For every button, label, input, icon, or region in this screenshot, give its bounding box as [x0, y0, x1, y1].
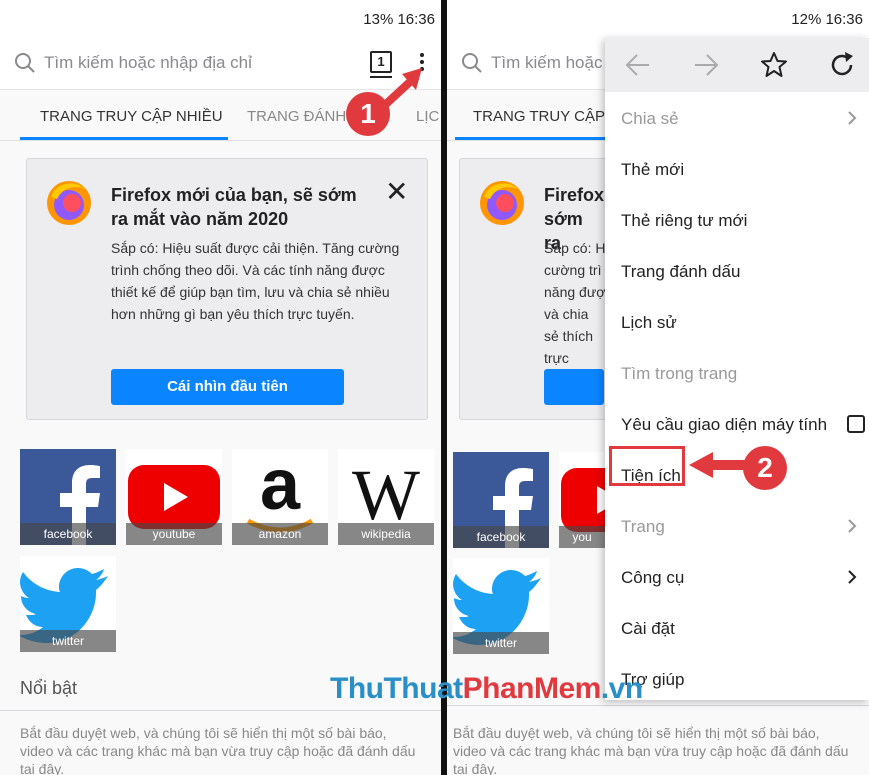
tile-youtube[interactable]: you	[559, 452, 605, 548]
svg-text:a: a	[260, 449, 301, 525]
active-tab-indicator	[20, 137, 228, 140]
card-body: Sắp có: Hiệu suất được cải thiện. Tăng c…	[111, 240, 400, 322]
menu-item-label: Lịch sử	[621, 313, 677, 332]
menu-item-label: Trang	[621, 517, 665, 536]
tab-top-sites[interactable]: TRANG TRUY CẬP NHIỀU	[40, 108, 223, 125]
battery-time: 13% 16:36	[363, 11, 435, 28]
tile-facebook[interactable]: facebook	[20, 449, 116, 545]
step-2-badge: 2	[743, 446, 787, 490]
tile-facebook[interactable]: facebook	[453, 452, 549, 548]
menu-item-share[interactable]: Chia sẻ	[605, 92, 869, 143]
star-icon[interactable]	[759, 50, 789, 80]
highlights-title: Nổi bật	[20, 678, 78, 698]
card-body: Sắp có: H cường trì năng đượ và chia sẻ …	[544, 240, 606, 366]
annotation-arrow-icon	[383, 68, 422, 107]
search-icon	[462, 53, 482, 73]
menu-item-label: Yêu cầu giao diện máy tính	[621, 415, 828, 434]
tile-label: amazon	[232, 523, 328, 545]
url-placeholder: Tìm kiếm hoặc n	[491, 53, 617, 72]
highlights-body: Bắt đầu duyệt web, và chúng tôi sẽ hiển …	[20, 725, 416, 775]
tile-label: wikipedia	[338, 523, 434, 545]
desktop-site-checkbox[interactable]	[847, 415, 865, 433]
tile-label: twitter	[20, 630, 116, 652]
watermark: ThuThuatPhanMem.vn	[330, 672, 643, 706]
chevron-right-icon	[848, 111, 857, 125]
divider	[0, 710, 441, 711]
card-title: Firefox mới của bạn, sẽ sớm ra mắt vào n…	[111, 185, 357, 229]
menu-item-label: Tìm trong trang	[621, 364, 738, 383]
tile-label: facebook	[453, 526, 549, 548]
tile-label: you	[559, 526, 605, 548]
watermark-part: PhanMem	[462, 672, 602, 705]
active-tab-indicator	[455, 137, 615, 140]
highlights-body: Bắt đầu duyệt web, và chúng tôi sẽ hiển …	[453, 725, 849, 775]
right-screenshot: 12% 16:36 Tìm kiếm hoặc n TRANG TRUY CẬP…	[447, 0, 869, 775]
watermark-part: ThuThuat	[330, 672, 463, 705]
url-placeholder: Tìm kiếm hoặc nhập địa chỉ	[44, 53, 252, 72]
forward-arrow-icon[interactable]	[691, 50, 721, 80]
tab-bookmarks[interactable]: TRANG ĐÁNH	[247, 108, 346, 125]
first-look-button[interactable]	[544, 369, 604, 405]
tab-top-sites[interactable]: TRANG TRUY CẬP N	[473, 108, 620, 125]
tile-label: facebook	[20, 523, 116, 545]
tile-twitter[interactable]: twitter	[20, 556, 116, 652]
menu-item-find-in-page[interactable]: Tìm trong trang	[605, 347, 869, 398]
annotation-highlight-box	[609, 446, 685, 486]
tile-amazon[interactable]: a amazon	[232, 449, 328, 545]
url-bar[interactable]: Tìm kiếm hoặc nhập địa chỉ 1	[0, 40, 441, 90]
menu-item-bookmarks[interactable]: Trang đánh dấu	[605, 245, 869, 296]
menu-toolbar	[605, 38, 869, 92]
tile-twitter[interactable]: twitter	[453, 558, 549, 654]
menu-item-desktop-site[interactable]: Yêu cầu giao diện máy tính	[605, 398, 869, 449]
watermark-part: .vn	[600, 672, 643, 705]
firefox-logo-icon	[47, 181, 91, 225]
reload-icon[interactable]	[827, 50, 857, 80]
menu-item-history[interactable]: Lịch sử	[605, 296, 869, 347]
status-bar: 13% 16:36	[0, 0, 441, 40]
menu-item-new-tab[interactable]: Thẻ mới	[605, 143, 869, 194]
menu-item-label: Công cụ	[621, 568, 685, 587]
tile-youtube[interactable]: youtube	[126, 449, 222, 545]
menu-item-label: Thẻ mới	[621, 160, 685, 179]
firefox-logo-icon	[480, 181, 524, 225]
back-arrow-icon[interactable]	[623, 50, 653, 80]
menu-item-label: Cài đặt	[621, 619, 675, 638]
tile-wikipedia[interactable]: W wikipedia	[338, 449, 434, 545]
tile-label: youtube	[126, 523, 222, 545]
chevron-right-icon	[848, 570, 857, 584]
menu-item-private-tab[interactable]: Thẻ riêng tư mới	[605, 194, 869, 245]
chevron-right-icon	[848, 519, 857, 533]
menu-item-label: Chia sẻ	[621, 109, 679, 128]
menu-item-help[interactable]: Trợ giúp	[605, 653, 869, 704]
menu-item-label: Thẻ riêng tư mới	[621, 211, 748, 230]
search-icon	[15, 53, 35, 73]
menu-item-label: Trang đánh dấu	[621, 262, 741, 281]
promo-card: Firefox mới của bạn, sẽ sớm ra mắt vào n…	[26, 158, 428, 420]
tile-label: twitter	[453, 632, 549, 654]
first-look-button[interactable]: Cái nhìn đầu tiên	[111, 369, 344, 405]
menu-item-settings[interactable]: Cài đặt	[605, 602, 869, 653]
annotation-arrow-icon	[689, 452, 749, 478]
browser-menu: Chia sẻ Thẻ mới Thẻ riêng tư mới Trang đ…	[605, 38, 869, 700]
battery-time: 12% 16:36	[791, 11, 863, 28]
close-icon[interactable]: ✕	[385, 175, 408, 208]
left-screenshot: 13% 16:36 Tìm kiếm hoặc nhập địa chỉ 1 T…	[0, 0, 441, 775]
menu-item-page[interactable]: Trang	[605, 500, 869, 551]
status-bar: 12% 16:36	[447, 0, 869, 40]
menu-item-tools[interactable]: Công cụ	[605, 551, 869, 602]
